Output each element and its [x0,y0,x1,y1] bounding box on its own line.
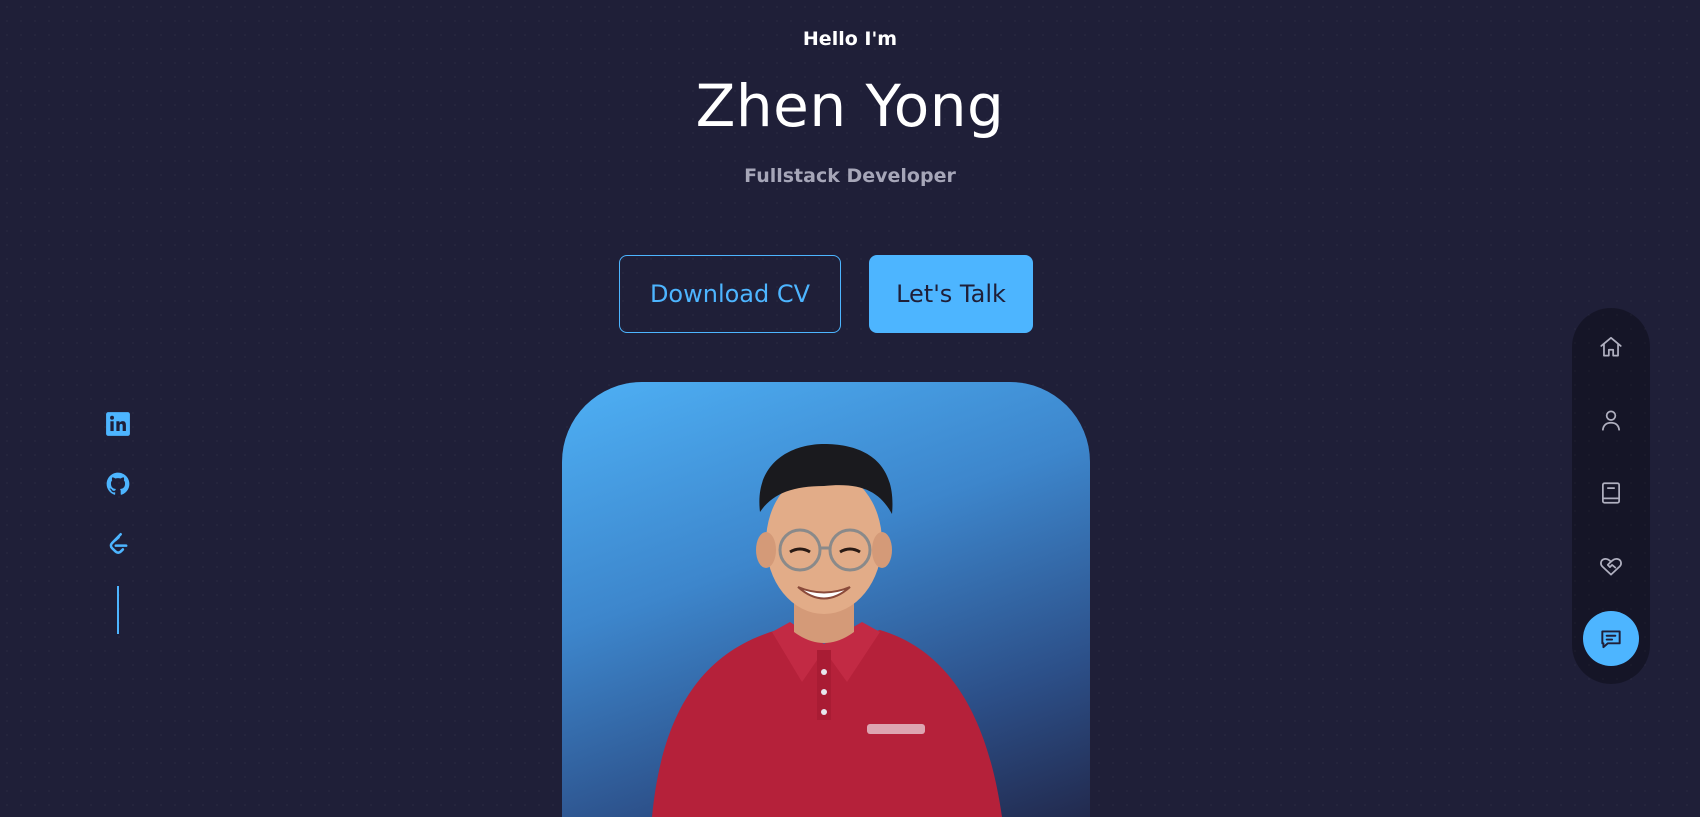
linkedin-icon[interactable] [104,410,132,438]
hero-name: Zhen Yong [695,72,1005,140]
user-icon [1602,410,1620,431]
nav-services[interactable] [1583,538,1639,593]
portrait-illustration [652,444,1002,817]
home-icon [1600,337,1622,357]
github-icon[interactable] [104,470,132,498]
hero-role: Fullstack Developer [744,165,956,187]
lets-talk-button[interactable]: Let's Talk [869,255,1033,333]
profile-photo [562,382,1090,817]
nav-contact[interactable] [1583,611,1639,666]
nav-experience[interactable] [1583,466,1639,521]
heart-handshake-icon [1600,557,1622,576]
social-links [104,410,132,634]
nav-about[interactable] [1583,393,1639,448]
message-icon [1601,630,1621,648]
hero-greeting: Hello I'm [802,28,898,50]
download-cv-button[interactable]: Download CV [619,255,841,333]
social-divider [117,586,119,634]
nav-home[interactable] [1583,320,1639,375]
leetcode-icon[interactable] [104,530,132,558]
book-icon [1602,482,1620,504]
floating-nav [1572,308,1650,684]
